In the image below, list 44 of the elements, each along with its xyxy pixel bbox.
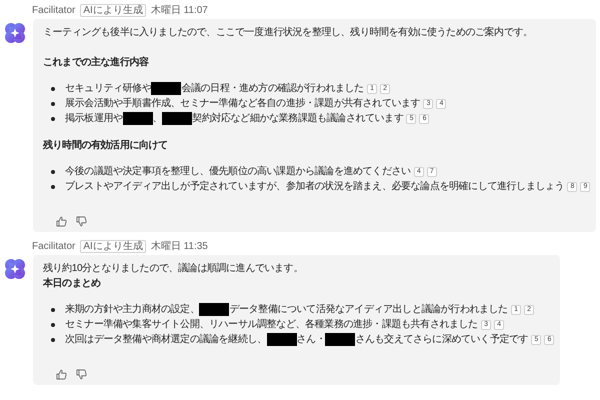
ai-generated-badge: AIにより生成 — [80, 4, 146, 16]
list-item-text: さんも交えてさらに深めていく予定です — [355, 332, 528, 347]
list-item-text: さん・ — [296, 333, 326, 347]
list-item-text: 今後の議題や決定事項を整理し、優先順位の高い課題から議論を進めてください — [65, 164, 411, 179]
sender-name: Facilitator — [32, 240, 76, 252]
list-item-text: 、 — [152, 112, 162, 126]
ai-generated-badge: AIにより生成 — [80, 240, 146, 252]
list-item-text: 来期の方針や主力商材の設定、 — [65, 302, 200, 317]
sender-name: Facilitator — [32, 4, 76, 16]
section-heading: 本日のまとめ — [43, 276, 102, 291]
assistant-avatar-icon — [4, 258, 26, 280]
list-item-text: 展示会活動や手順書作成、セミナー準備など各自の進捗・課題が共有されています — [65, 96, 420, 111]
redaction-bar — [162, 112, 192, 125]
redaction-bar — [325, 333, 356, 346]
section-heading: 残り時間の有効活用に向けて — [43, 138, 169, 153]
redaction-bar — [266, 333, 297, 346]
bullet-dot — [51, 323, 55, 327]
list-item-text: 会議の日程・進め方の確認が行われました — [181, 82, 364, 96]
list-item-text: 契約対応など細かな業務課題も議論されています — [192, 112, 404, 126]
list-item-text: 次回はデータ整備や商材選定の議論を継続し、 — [65, 332, 267, 347]
message-time: 木曜日 11:35 — [150, 240, 208, 253]
redaction-bar — [122, 112, 153, 125]
bullet-dot — [51, 117, 55, 121]
assistant-avatar-icon — [4, 22, 26, 44]
redaction-bar — [199, 303, 230, 316]
thumbs-down-icon[interactable] — [76, 216, 87, 227]
redaction-bar — [151, 82, 182, 95]
bullet-dot — [51, 87, 55, 91]
thumbs-up-icon[interactable] — [56, 369, 67, 380]
bullet-dot — [51, 102, 55, 106]
message-time: 木曜日 11:07 — [150, 4, 208, 17]
list-item-text: データ整備について活発なアイディア出しと議論が行われました — [229, 302, 508, 317]
bullet-dot — [51, 338, 55, 342]
thumbs-down-icon[interactable] — [76, 369, 87, 380]
list-item-text: セミナー準備や集客サイト公開、リハーサル調整など、各種業務の進捗・課題も共有されました — [65, 318, 478, 332]
bullet-dot — [51, 170, 55, 174]
message-text: 残り約10分となりましたので、議論は順調に進んでいます。 — [43, 262, 304, 276]
list-item-text: ブレストやアイディア出しが予定されていますが、参加者の状況を踏まえ、必要な論点を明確にして進行しましょう — [65, 180, 564, 194]
bullet-dot — [51, 308, 55, 312]
section-heading: これまでの主な進行内容 — [43, 55, 150, 70]
list-item-text: 掲示板運用や — [65, 112, 123, 126]
bullet-dot — [51, 185, 55, 189]
message-text: ミーティングも後半に入りましたので、ここで一度進行状況を整理し、残り時間を有効に使うためのご案内です。 — [43, 26, 534, 40]
thumbs-up-icon[interactable] — [56, 216, 67, 227]
